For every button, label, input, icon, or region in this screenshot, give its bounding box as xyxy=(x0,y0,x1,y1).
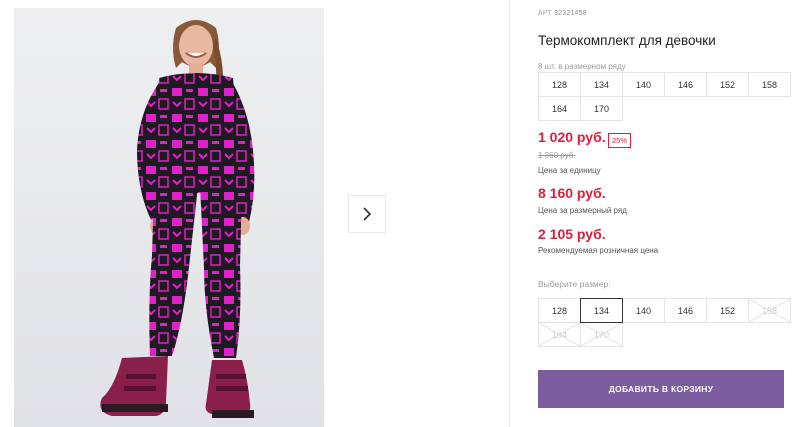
size-option-label: 134 xyxy=(593,305,610,316)
choose-size-label: Выберите размер: xyxy=(538,279,611,289)
size-option-label: 140 xyxy=(635,305,652,316)
pack-size-cell: 170 xyxy=(580,96,623,121)
pack-size-cell: 140 xyxy=(622,72,665,97)
pack-size-cell: 128 xyxy=(538,72,581,97)
size-option-170: 170 xyxy=(580,322,623,347)
size-option-label: 146 xyxy=(677,305,694,316)
pack-price-label: Цена за размерный ряд xyxy=(538,206,627,215)
size-option-label: 158 xyxy=(761,305,778,316)
size-option-label: 128 xyxy=(551,305,568,316)
size-option-134[interactable]: 134 xyxy=(580,298,623,323)
discount-badge: 25% xyxy=(608,133,632,148)
size-selector: 128 134 140 146 152 158 164 170 xyxy=(538,298,791,347)
pack-size-cell: 134 xyxy=(580,72,623,97)
panel-divider xyxy=(509,0,510,427)
unit-price: 1 020 руб. xyxy=(538,129,606,145)
pack-size-cell: 158 xyxy=(748,72,791,97)
size-option-label: 164 xyxy=(551,329,568,340)
size-option-158: 158 xyxy=(748,298,791,323)
article-label: АРТ xyxy=(538,10,552,17)
size-option-label: 152 xyxy=(719,305,736,316)
article-number: АРТ 32321458 xyxy=(538,10,587,17)
size-option-164: 164 xyxy=(538,322,581,347)
size-option-label: 170 xyxy=(593,329,610,340)
pack-size-cell: 164 xyxy=(538,96,581,121)
unit-price-label: Цена за единицу xyxy=(538,166,601,175)
pack-size-cell: 152 xyxy=(706,72,749,97)
add-to-cart-button[interactable]: ДОБАВИТЬ В КОРЗИНУ xyxy=(538,370,784,408)
size-option-152[interactable]: 152 xyxy=(706,298,749,323)
size-option-146[interactable]: 146 xyxy=(664,298,707,323)
rrp-label: Рекомендуемая розничная цена xyxy=(538,246,659,255)
pack-size-cell: 146 xyxy=(664,72,707,97)
pack-size-label: 8 шт. в размерном ряду xyxy=(538,62,626,71)
chevron-right-icon xyxy=(363,207,372,221)
next-image-button[interactable] xyxy=(348,195,386,233)
article-value: 32321458 xyxy=(554,10,587,17)
old-price: 1 360 руб. xyxy=(538,151,576,160)
product-image[interactable] xyxy=(14,8,324,427)
pack-price: 8 160 руб. xyxy=(538,185,606,201)
product-title: Термокомплект для девочки xyxy=(538,33,716,48)
rrp-price: 2 105 руб. xyxy=(538,226,606,242)
pack-size-grid: 128 134 140 146 152 158 164 170 xyxy=(538,72,791,121)
size-option-128[interactable]: 128 xyxy=(538,298,581,323)
size-option-140[interactable]: 140 xyxy=(622,298,665,323)
